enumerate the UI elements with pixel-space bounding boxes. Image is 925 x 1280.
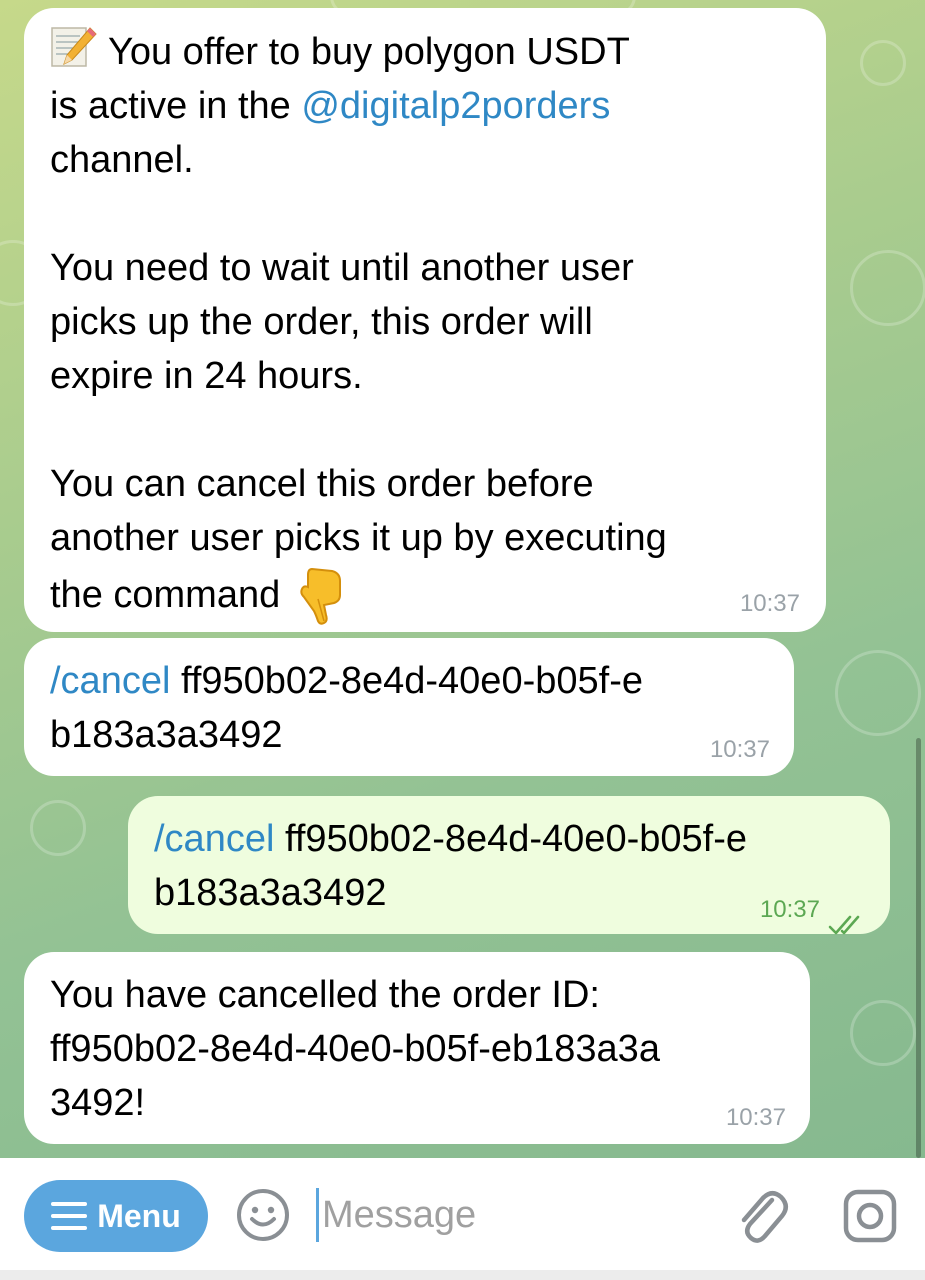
- chat-background: You offer to buy polygon USDT is active …: [0, 0, 925, 1158]
- cancel-command-link[interactable]: /cancel: [154, 818, 274, 860]
- message-time: 10:37: [709, 736, 770, 763]
- message-line: /cancel ff950b02-8e4d-40e0-b05f-e: [154, 812, 864, 866]
- message-line: is active in the @digitalp2porders: [50, 79, 800, 133]
- text-cursor: [316, 1188, 319, 1242]
- message-text: is active in the: [50, 85, 302, 127]
- double-check-icon: [828, 898, 868, 935]
- message-line: /cancel ff950b02-8e4d-40e0-b05f-e: [50, 654, 768, 708]
- message-text: You can cancel this order before: [50, 463, 594, 505]
- background-doodle: [850, 250, 925, 326]
- message-text: You offer to buy polygon USDT: [108, 31, 630, 73]
- menu-icon: [51, 1202, 88, 1230]
- system-nav-strip: [0, 1270, 925, 1280]
- smiley-icon: [237, 1189, 289, 1241]
- message-input-bar: Menu: [0, 1158, 925, 1280]
- attach-button[interactable]: [734, 1184, 790, 1248]
- message-time: 10:37: [725, 1104, 786, 1131]
- message-text: b183a3a3492: [50, 714, 283, 756]
- message-bubble[interactable]: /cancel ff950b02-8e4d-40e0-b05f-e b183a3…: [24, 638, 794, 776]
- channel-link[interactable]: @digitalp2porders: [301, 85, 610, 127]
- background-doodle: [30, 800, 86, 856]
- emoji-button[interactable]: [234, 1186, 292, 1244]
- message-text: You have cancelled the order ID:: [50, 974, 600, 1016]
- message-bubble-outgoing[interactable]: /cancel ff950b02-8e4d-40e0-b05f-e b183a3…: [128, 796, 890, 935]
- menu-button[interactable]: Menu: [24, 1180, 208, 1252]
- message-text: ff950b02-8e4d-40e0-b05f-eb183a3a: [50, 1028, 660, 1070]
- camera-button[interactable]: [840, 1186, 900, 1246]
- chat-scrollbar[interactable]: [916, 738, 921, 1158]
- message-bubble[interactable]: You have cancelled the order ID: ff950b0…: [24, 952, 810, 1144]
- message-time: 10:37: [759, 896, 820, 923]
- message-input[interactable]: [322, 1188, 702, 1242]
- message-text: expire in 24 hours.: [50, 355, 363, 397]
- message-text: channel.: [50, 139, 194, 181]
- message-text: another user picks it up by executing: [50, 517, 667, 559]
- message-text: the command: [50, 574, 281, 616]
- message-text: 3492!: [50, 1082, 146, 1124]
- cancel-command-link[interactable]: /cancel: [50, 660, 170, 702]
- background-doodle: [835, 650, 921, 736]
- message-text: You need to wait until another user: [50, 247, 634, 289]
- message-line: the command: [50, 565, 800, 625]
- message-text: ff950b02-8e4d-40e0-b05f-e: [274, 818, 747, 860]
- paperclip-icon: [741, 1191, 788, 1243]
- pointing-down-emoji-icon: [298, 565, 344, 625]
- camera-icon: [843, 1189, 897, 1243]
- message-text: ff950b02-8e4d-40e0-b05f-e: [170, 660, 643, 702]
- memo-emoji-icon: [50, 24, 98, 67]
- menu-button-label: Menu: [97, 1197, 181, 1234]
- background-doodle: [860, 40, 906, 86]
- message-text: picks up the order, this order will: [50, 301, 593, 343]
- message-line: You offer to buy polygon USDT: [50, 24, 800, 79]
- message-text: b183a3a3492: [154, 872, 387, 914]
- message-bubble[interactable]: You offer to buy polygon USDT is active …: [24, 8, 826, 632]
- background-doodle: [850, 1000, 916, 1066]
- message-time: 10:37: [739, 590, 800, 617]
